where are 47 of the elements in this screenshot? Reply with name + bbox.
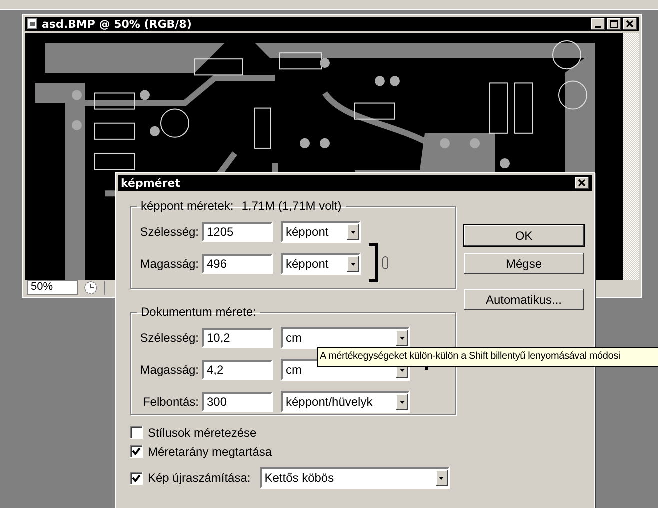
field-label: Szélesség: (139, 225, 200, 239)
caret-icon (400, 400, 404, 404)
close-icon (578, 179, 586, 187)
input-field[interactable]: 10,2 (202, 328, 273, 348)
checkbox-label: Stílusok méretezése (148, 426, 257, 440)
vertical-scrollbar[interactable] (623, 33, 639, 280)
close-button[interactable] (623, 18, 637, 30)
checkbox[interactable] (130, 472, 143, 484)
dialog-button[interactable]: OK (464, 225, 584, 246)
document-icon (27, 18, 39, 30)
dialog-button[interactable]: Mégse (464, 253, 584, 274)
dialog-title: képméret (121, 176, 180, 190)
minimize-button[interactable] (591, 18, 605, 30)
unit-dropdown[interactable]: képpont/hüvelyk (281, 391, 410, 413)
field-label: Magasság: (139, 257, 200, 271)
input-field[interactable]: 1205 (202, 222, 273, 242)
file-size: 1,71M (1,71M volt) (242, 199, 342, 213)
input-field[interactable]: 300 (202, 392, 273, 412)
caret-icon (350, 230, 356, 234)
caret-icon (439, 476, 444, 480)
unit-dropdown[interactable]: képpont (281, 221, 361, 243)
tooltip: A mértékegységeket külön-külön a Shift billentyű lenyomásával módosi (317, 347, 658, 367)
caret-icon (400, 336, 404, 340)
group-label: képpont méretek: (141, 199, 234, 213)
input-field[interactable]: 496 (202, 254, 273, 274)
close-icon (626, 20, 634, 28)
clock-icon (84, 280, 98, 294)
caret-icon (350, 262, 356, 266)
checkbox-label: Kép újraszámítása: (148, 471, 251, 485)
checkbox[interactable] (130, 426, 143, 439)
dialog-button[interactable]: Automatikus... (464, 289, 584, 310)
maximize-icon (610, 20, 618, 28)
field-label: Felbontás: (142, 395, 200, 409)
field-label: Magasság: (139, 363, 200, 377)
unit-dropdown[interactable]: cm (281, 327, 410, 349)
unit-dropdown[interactable]: képpont (281, 253, 361, 275)
group-label: Dokumentum mérete: (141, 305, 256, 319)
zoom-field[interactable]: 50% (27, 280, 78, 295)
checkbox-label: Méretarány megtartása (148, 444, 272, 458)
chain-link-icon (367, 243, 391, 283)
input-field[interactable]: 4,2 (202, 360, 273, 380)
window-title: asd.BMP @ 50% (RGB/8) (42, 18, 192, 30)
field-label: Szélesség: (139, 331, 200, 345)
checkbox[interactable] (130, 445, 143, 458)
resample-dropdown[interactable]: Kettős köbös (260, 467, 450, 489)
maximize-button[interactable] (607, 18, 621, 30)
close-button[interactable] (575, 177, 589, 189)
